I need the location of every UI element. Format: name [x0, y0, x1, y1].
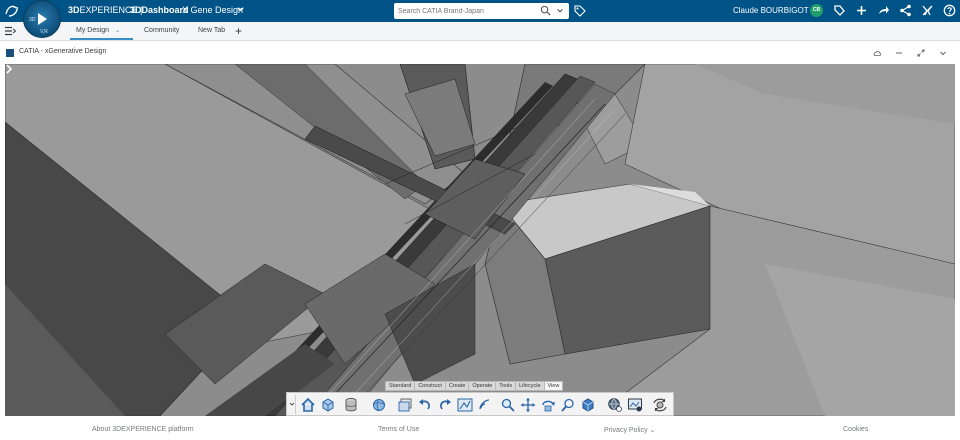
section-tab-construct[interactable]: Construct — [414, 381, 446, 391]
tab-new-tab[interactable]: New Tab — [198, 22, 225, 40]
chevron-down-icon[interactable] — [236, 5, 245, 14]
section-tab-operate[interactable]: Operate — [468, 381, 497, 391]
chevron-down-icon[interactable] — [938, 48, 948, 58]
shading-icon[interactable] — [580, 397, 596, 413]
footer-terms-link[interactable]: Terms of Use — [378, 426, 419, 433]
search-input[interactable] — [398, 5, 538, 17]
tab-my-design[interactable]: My Design ⌄ — [70, 22, 133, 40]
database-icon[interactable] — [343, 397, 359, 413]
widget-title: CATIA - xGenerative Design — [19, 48, 107, 55]
compass-button[interactable]: 3D V,R — [23, 0, 61, 38]
search-box[interactable] — [394, 3, 569, 19]
3d-model-render[interactable] — [5, 64, 955, 416]
side-menu-icon[interactable] — [5, 26, 16, 36]
dashboard-name[interactable]: X Gene Design — [182, 5, 243, 15]
footer-cookies-link[interactable]: Cookies — [843, 426, 868, 433]
globe-search-icon[interactable] — [607, 397, 623, 413]
play-icon — [38, 13, 47, 25]
tab-label: My Design — [76, 27, 110, 34]
rotate-icon[interactable] — [540, 397, 556, 413]
footer-about-link[interactable]: About 3DEXPERIENCE platform — [92, 426, 194, 433]
section-tab-create[interactable]: Create — [444, 381, 470, 391]
render-sphere-icon[interactable] — [371, 397, 387, 413]
cloud-icon[interactable] — [872, 48, 882, 58]
top-bar: 3DEXPERIENCE | 3DDashboard X Gene Design… — [0, 0, 960, 22]
chevron-down-icon[interactable] — [289, 401, 295, 407]
section-tab-standard[interactable]: Standard — [385, 381, 416, 391]
compass-label-vr: V,R — [40, 29, 48, 35]
add-tab-icon[interactable]: + — [235, 25, 242, 37]
zoom-area-icon[interactable] — [560, 397, 576, 413]
user-name[interactable]: Claude BOURBIGOT — [733, 6, 809, 15]
help-icon[interactable] — [943, 4, 956, 17]
maximize-icon[interactable] — [916, 48, 926, 58]
action-bar-collapse[interactable] — [288, 395, 296, 414]
capture-icon[interactable] — [627, 397, 643, 413]
privacy-label: Privacy Policy — [604, 427, 648, 434]
section-tab-lifecycle[interactable]: Lifecycle — [515, 381, 545, 391]
tab-community[interactable]: Community — [144, 22, 179, 40]
redo-icon[interactable] — [437, 397, 453, 413]
widget-header: CATIA - xGenerative Design — [5, 45, 955, 62]
search-icon[interactable] — [540, 5, 551, 16]
catia-app-icon — [6, 49, 14, 57]
pan-icon[interactable] — [520, 397, 536, 413]
share-icon[interactable] — [899, 4, 912, 17]
add-icon[interactable] — [855, 4, 868, 17]
view-cube-icon[interactable] — [320, 397, 336, 413]
chevron-down-icon[interactable]: ⌄ — [115, 22, 120, 40]
tag-filter-icon[interactable] — [833, 4, 846, 17]
ds-logo-icon — [5, 5, 18, 17]
compass-label-3d: 3D — [29, 17, 36, 23]
search-options-chevron-icon[interactable] — [556, 7, 564, 15]
zoom-icon[interactable] — [500, 397, 516, 413]
section-tab-view[interactable]: View — [543, 381, 564, 391]
settings-rotate-icon[interactable] — [652, 397, 668, 413]
action-bar — [286, 392, 674, 416]
section-tab-tools[interactable]: Tools — [495, 381, 517, 391]
footer: About 3DEXPERIENCE platform Terms of Use… — [0, 420, 960, 440]
chevron-right-icon[interactable] — [5, 64, 13, 74]
signal-icon[interactable] — [477, 397, 493, 413]
layers-icon[interactable] — [397, 397, 413, 413]
tag-icon[interactable] — [574, 5, 586, 17]
undo-icon[interactable] — [417, 397, 433, 413]
action-bar-sections: Standard Construct Create Operate Tools … — [385, 381, 564, 392]
app-name: 3DDashboard — [130, 5, 189, 15]
3d-viewport[interactable] — [5, 64, 955, 416]
home-view-icon[interactable] — [300, 397, 316, 413]
avatar[interactable]: CB — [810, 4, 823, 17]
footer-privacy-link[interactable]: Privacy Policy ⌄ — [604, 426, 655, 434]
fit-all-icon[interactable] — [457, 397, 473, 413]
minimize-icon[interactable] — [894, 48, 904, 58]
chevron-down-icon: ⌄ — [649, 427, 656, 434]
share-forward-icon[interactable] — [877, 4, 890, 17]
dashboard-tabs-bar: My Design ⌄ Community New Tab + — [0, 22, 960, 41]
compass-apps-icon[interactable] — [921, 4, 934, 17]
